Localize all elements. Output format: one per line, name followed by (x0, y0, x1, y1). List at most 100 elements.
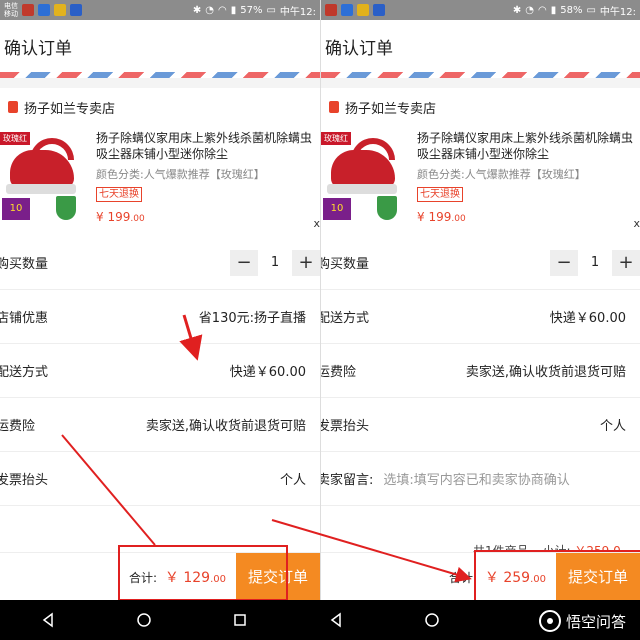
battery-percent: 58% (560, 4, 583, 16)
store-name: 扬子如兰专卖店 (24, 101, 116, 117)
back-nav-icon[interactable] (316, 612, 356, 628)
carrier-label: 电信 移动 (4, 2, 18, 18)
product-price: ¥ 199.00 (96, 210, 314, 224)
submit-order-button[interactable]: 提交订单 (236, 553, 320, 600)
quantity-label: 购买数量 (320, 257, 370, 272)
app-notification-icon (325, 4, 337, 16)
product-sku: 颜色分类:人气爆款推荐【玫瑰红】 (417, 168, 586, 181)
left-screenshot: 电信 移动 ✱ ◔ ◠ ▮ 57% ▭ 中午12: 确认订单 扬子如兰专卖店 玫… (0, 0, 320, 600)
quantity-stepper[interactable]: − 1 + (230, 249, 320, 276)
shop-discount-row[interactable]: 店铺优惠 省130元:扬子直播 (0, 290, 320, 344)
status-bar: 电信 移动 ✱ ◔ ◠ ▮ 57% ▭ 中午12: (0, 0, 320, 20)
quantity-value[interactable]: 1 (578, 255, 612, 270)
app-notification-icon (54, 4, 66, 16)
total-integer: 259 (503, 569, 531, 586)
store-name: 扬子如兰专卖店 (345, 101, 437, 117)
insurance-label: 运费险 (320, 365, 357, 380)
store-icon (8, 101, 18, 113)
product-card[interactable]: 玫瑰红 10 扬子除螨仪家用床上紫外线杀菌机除螨虫吸尘器床铺小型迷你除尘 颜色分… (321, 126, 640, 236)
home-nav-icon[interactable] (124, 612, 164, 628)
insurance-value: 卖家送,确认收货前退货可赔 (145, 419, 306, 434)
shop-discount-label: 店铺优惠 (0, 311, 49, 326)
message-row: 卖家留言: 选填:填写内容已和卖家协商确认 (321, 452, 640, 506)
home-nav-icon[interactable] (412, 612, 452, 628)
refund-badge: 七天退换 (96, 187, 142, 202)
invoice-label: 发票抬头 (0, 473, 49, 488)
quantity-label: 购买数量 (0, 257, 49, 272)
total-amount: ￥ 129.00 (165, 570, 226, 586)
recents-nav-icon[interactable] (220, 612, 260, 628)
alarm-icon: ◔ (205, 4, 214, 16)
quantity-row: 购买数量 − 1 + (0, 236, 320, 290)
message-label: 卖家留言: (320, 473, 374, 488)
battery-icon: ▭ (266, 4, 276, 16)
product-qty-mark: x (633, 217, 640, 230)
insurance-row[interactable]: 运费险 卖家送,确认收货前退货可赔 (0, 398, 320, 452)
signal-icon: ▮ (230, 4, 237, 16)
store-row[interactable]: 扬子如兰专卖店 (321, 88, 640, 126)
shipping-label: 配送方式 (0, 365, 49, 380)
total-decimal: .00 (210, 573, 226, 585)
status-bar: ✱ ◔ ◠ ▮ 58% ▭ 中午12: (321, 0, 640, 20)
app-notification-icon (357, 4, 369, 16)
shipping-row[interactable]: 配送方式 快递￥60.00 (0, 344, 320, 398)
total-symbol: ￥ (164, 569, 179, 586)
product-card[interactable]: 玫瑰红 10 扬子除螨仪家用床上紫外线杀菌机除螨虫吸尘器床铺小型迷你除尘 颜色分… (0, 126, 320, 236)
carrier-top: 电信 (4, 2, 18, 10)
wifi-icon: ◠ (217, 4, 227, 16)
price-symbol: ¥ (96, 210, 104, 224)
minus-icon[interactable]: − (550, 249, 578, 276)
watermark-logo-icon (538, 610, 561, 632)
plus-icon[interactable]: + (292, 249, 320, 276)
message-input[interactable]: 选填:填写内容已和卖家协商确认 (383, 469, 569, 488)
invoice-row[interactable]: 发票抬头 个人 (0, 452, 320, 506)
plus-icon[interactable]: + (612, 249, 640, 276)
submit-order-button[interactable]: 提交订单 (556, 553, 640, 600)
total-symbol: ￥ (484, 569, 499, 586)
quantity-stepper[interactable]: − 1 + (550, 249, 640, 276)
watermark-text: 悟空问答 (565, 612, 626, 631)
store-row[interactable]: 扬子如兰专卖店 (0, 88, 320, 126)
product-thumbnail[interactable]: 玫瑰红 10 (0, 130, 90, 224)
invoice-label: 发票抬头 (320, 419, 370, 434)
wifi-icon: ◠ (537, 4, 547, 16)
order-footer: 合计: ￥ 129.00 提交订单 (0, 552, 320, 600)
product-title: 扬子除螨仪家用床上紫外线杀菌机除螨虫吸尘器床铺小型迷你除尘 (96, 131, 313, 161)
shipping-label: 配送方式 (320, 311, 370, 326)
app-notification-icon (341, 4, 353, 16)
back-nav-icon[interactable] (28, 612, 68, 628)
status-time: 中午12: (599, 6, 636, 18)
shop-discount-value: 省130元:扬子直播 (198, 311, 306, 326)
signal-icon: ▮ (550, 4, 557, 16)
thumb-badge: 10 (323, 198, 351, 220)
bluetooth-icon: ✱ (192, 4, 202, 16)
shipping-value: 快递￥60.00 (549, 311, 626, 326)
product-thumbnail[interactable]: 玫瑰红 10 (321, 130, 411, 224)
thumb-tag: 玫瑰红 (321, 132, 351, 145)
total-decimal: .00 (530, 573, 546, 585)
invoice-value: 个人 (599, 419, 626, 434)
price-integer: 199 (428, 210, 452, 224)
minus-icon[interactable]: − (230, 249, 258, 276)
app-notification-icon (70, 4, 82, 16)
carrier-bottom: 移动 (4, 10, 18, 18)
right-screenshot: ✱ ◔ ◠ ▮ 58% ▭ 中午12: 确认订单 扬子如兰专卖店 玫瑰红 10 … (320, 0, 640, 600)
quantity-value[interactable]: 1 (258, 255, 292, 270)
total-label: 合计: (129, 570, 158, 585)
battery-percent: 57% (240, 4, 263, 16)
alarm-icon: ◔ (525, 4, 534, 16)
invoice-value: 个人 (279, 473, 306, 488)
price-decimal: .00 (451, 214, 466, 224)
product-price: ¥ 199.00 (417, 210, 634, 224)
total-integer: 129 (183, 569, 211, 586)
invoice-row[interactable]: 发票抬头 个人 (321, 398, 640, 452)
product-sku: 颜色分类:人气爆款推荐【玫瑰红】 (96, 168, 265, 181)
watermark: 悟空问答 (538, 610, 626, 632)
insurance-row[interactable]: 运费险 卖家送,确认收货前退货可赔 (321, 344, 640, 398)
order-total: 合计: ￥ 129.00 (129, 567, 236, 587)
price-decimal: .00 (130, 214, 145, 224)
shipping-row[interactable]: 配送方式 快递￥60.00 (321, 290, 640, 344)
page-title: 确认订单 (325, 38, 393, 59)
quantity-row: 购买数量 − 1 + (321, 236, 640, 290)
bluetooth-icon: ✱ (512, 4, 522, 16)
